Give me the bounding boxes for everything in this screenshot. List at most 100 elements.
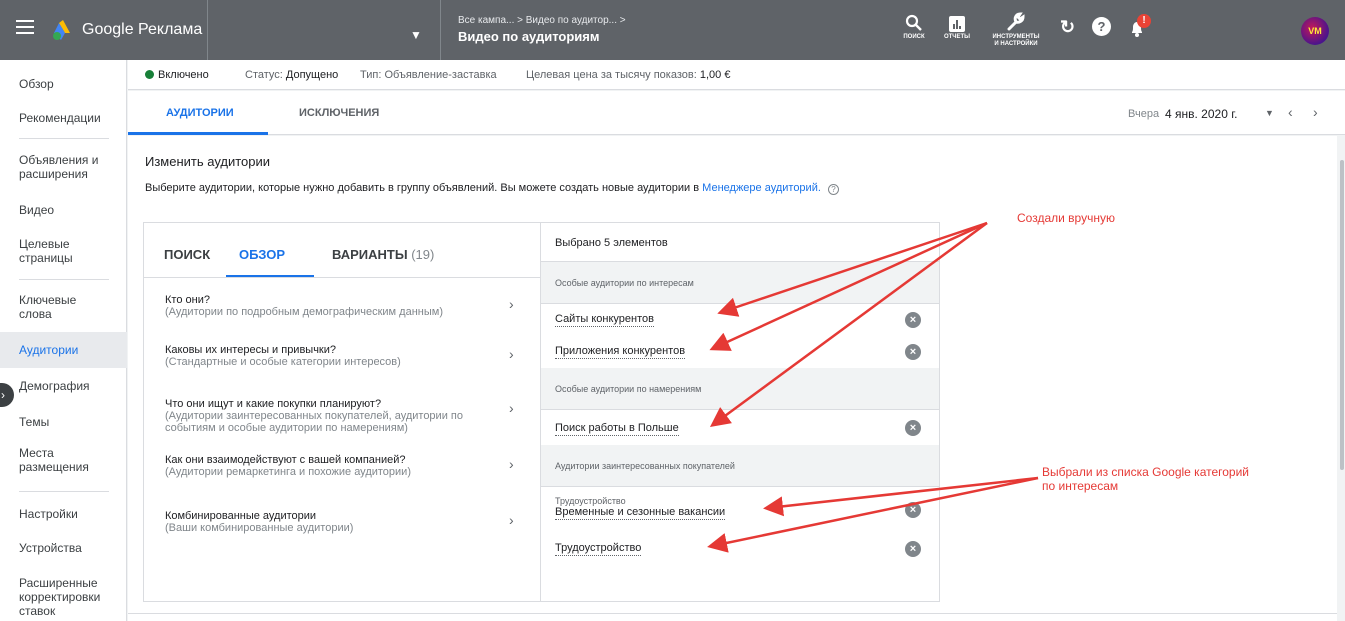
page-title: Видео по аудиториям [458,29,600,44]
editor-description: Выберите аудитории, которые нужно добави… [145,182,839,195]
chevron-right-icon[interactable]: › [509,296,514,312]
category-subtitle: (Аудитории заинтересованных покупателей,… [165,410,463,422]
category-interests[interactable]: Каковы их интересы и привычки? (Стандарт… [165,344,505,368]
sidebar-item-label: Целевые [19,237,70,251]
sidebar-item-label: Объявления и [19,153,99,167]
search-tool-button[interactable]: ПОИСК [896,10,932,41]
divider [207,0,208,60]
group-custom-intent: Особые аудитории по намерениям [541,368,939,410]
sidebar-item-placements[interactable]: Места размещения [0,446,127,474]
chevron-right-icon[interactable]: › [509,400,514,416]
divider [128,613,1337,614]
sidebar-item-devices[interactable]: Устройства [0,541,127,555]
category-combined[interactable]: Комбинированные аудитории (Ваши комбинир… [165,510,505,534]
audience-manager-link[interactable]: Менеджере аудиторий. [702,182,821,194]
tab-ideas-label: ВАРИАНТЫ [332,247,408,262]
enabled-label: Включено [158,69,209,81]
remove-icon[interactable]: × [905,420,921,436]
category-subtitle: (Стандартные и особые категории интересо… [165,356,401,368]
sidebar-item-audiences[interactable]: Аудитории [0,332,127,368]
ad-type: Тип: Объявление-заставка [360,69,497,81]
sidebar-item-demographics[interactable]: Демография [0,379,127,393]
chevron-right-icon[interactable]: › [509,346,514,362]
tab-exclusions[interactable]: ИСКЛЮЧЕНИЯ [299,107,379,119]
status-value: Допущено [285,69,339,81]
scrollbar-thumb[interactable] [1340,160,1344,470]
tab-ideas-count: (19) [411,247,435,262]
date-dropdown-icon[interactable]: ▼ [1265,108,1274,118]
sidebar: Обзор Рекомендации Объявления и расширен… [0,60,127,621]
target-cpm: Целевая цена за тысячу показов: 1,00 € [526,69,730,81]
category-who[interactable]: Кто они? (Аудитории по подробным демогра… [165,294,505,318]
tab-audiences[interactable]: АУДИТОРИИ [166,107,234,119]
menu-icon[interactable] [16,20,34,34]
top-bar: Google Реклама ▼ Все кампа... > Видео по… [0,0,1345,60]
date-range-label: Вчера [1128,108,1160,120]
cpm-value: 1,00 € [699,69,731,81]
category-title: Как они взаимодействуют с вашей компание… [165,454,406,466]
sidebar-item-label: Расширенные [19,576,98,590]
notifications-icon[interactable]: ! [1128,14,1151,44]
sidebar-item-overview[interactable]: Обзор [0,77,127,91]
divider [440,0,441,60]
tools-settings-button[interactable]: ИНСТРУМЕНТЫ И НАСТРОЙКИ [985,10,1047,48]
selected-item: Трудоустройство [555,542,642,556]
selected-item: Временные и сезонные вакансии [555,506,726,520]
category-subtitle: (Аудитории ремаркетинга и похожие аудито… [165,466,411,478]
sidebar-item-keywords[interactable]: Ключевые слова [0,293,127,321]
remove-icon[interactable]: × [905,541,921,557]
app-title[interactable]: Google Реклама [82,21,202,39]
chevron-right-icon[interactable]: › [509,456,514,472]
google-ads-logo-icon [53,20,70,40]
breadcrumb-campaigns[interactable]: Все кампа... [458,15,514,26]
sidebar-item-label: корректировки [19,590,101,604]
sidebar-item-label: Места [19,446,54,460]
annotation-line: по интересам [1042,479,1119,493]
campaign-dropdown-icon[interactable]: ▼ [410,28,422,42]
breadcrumb-ad-group[interactable]: Видео по аудитор... [526,15,617,26]
tab-browse[interactable]: ОБЗОР [239,247,285,262]
category-engagement[interactable]: Как они взаимодействуют с вашей компание… [165,454,505,478]
breadcrumb[interactable]: Все кампа... > Видео по аудитор... > [458,15,626,26]
sidebar-item-recommendations[interactable]: Рекомендации [0,111,127,125]
type-value: Объявление-заставка [384,69,497,81]
selected-item: Приложения конкурентов [555,345,686,359]
remove-icon[interactable]: × [905,344,921,360]
chevron-right-icon[interactable]: › [509,512,514,528]
category-intent[interactable]: Что они ищут и какие покупки планируют? … [165,398,505,434]
tab-search[interactable]: ПОИСК [164,247,210,262]
sidebar-item-topics[interactable]: Темы [0,415,127,429]
category-title: Кто они? [165,294,210,306]
category-title: Комбинированные аудитории [165,510,317,522]
selected-item: Сайты конкурентов [555,313,654,327]
description-text: Выберите аудитории, которые нужно добави… [145,182,700,194]
help-icon[interactable]: ? [1092,17,1111,36]
prev-date-icon[interactable]: ‹ [1288,104,1293,120]
tab-ideas[interactable]: ВАРИАНТЫ (19) [332,247,434,262]
sidebar-item-ads-extensions[interactable]: Объявления и расширения [0,153,127,181]
sidebar-item-landing-pages[interactable]: Целевые страницы [0,237,127,265]
enabled-status[interactable]: Включено [145,69,209,81]
category-subtitle: (Аудитории по подробным демографическим … [165,306,443,318]
sidebar-item-settings[interactable]: Настройки [0,507,127,521]
divider [144,277,540,278]
annotation-manual: Создали вручную [1017,211,1115,225]
breadcrumb-separator: > [517,15,523,26]
reports-tool-label: ОТЧЕТЫ [943,34,971,40]
remove-icon[interactable]: × [905,312,921,328]
notification-badge: ! [1137,14,1151,28]
sidebar-item-advanced-bid-adjustments[interactable]: Расширенные корректировки ставок [0,576,127,618]
breadcrumb-separator: > [619,15,626,26]
sidebar-item-label: размещения [19,460,89,474]
search-tool-label: ПОИСК [903,34,925,40]
refresh-icon[interactable]: ↻ [1060,17,1075,38]
reports-tool-button[interactable]: ОТЧЕТЫ [939,10,975,41]
sidebar-item-videos[interactable]: Видео [0,203,127,217]
help-icon[interactable]: ? [827,184,839,195]
date-range-value[interactable]: 4 янв. 2020 г. [1165,107,1237,121]
selected-audiences-panel: Выбрано 5 элементов Особые аудитории по … [540,222,940,602]
next-date-icon[interactable]: › [1313,104,1318,120]
tools-label-line2: И НАСТРОЙКИ [994,41,1038,47]
avatar[interactable]: VM [1301,17,1329,45]
remove-icon[interactable]: × [905,502,921,518]
